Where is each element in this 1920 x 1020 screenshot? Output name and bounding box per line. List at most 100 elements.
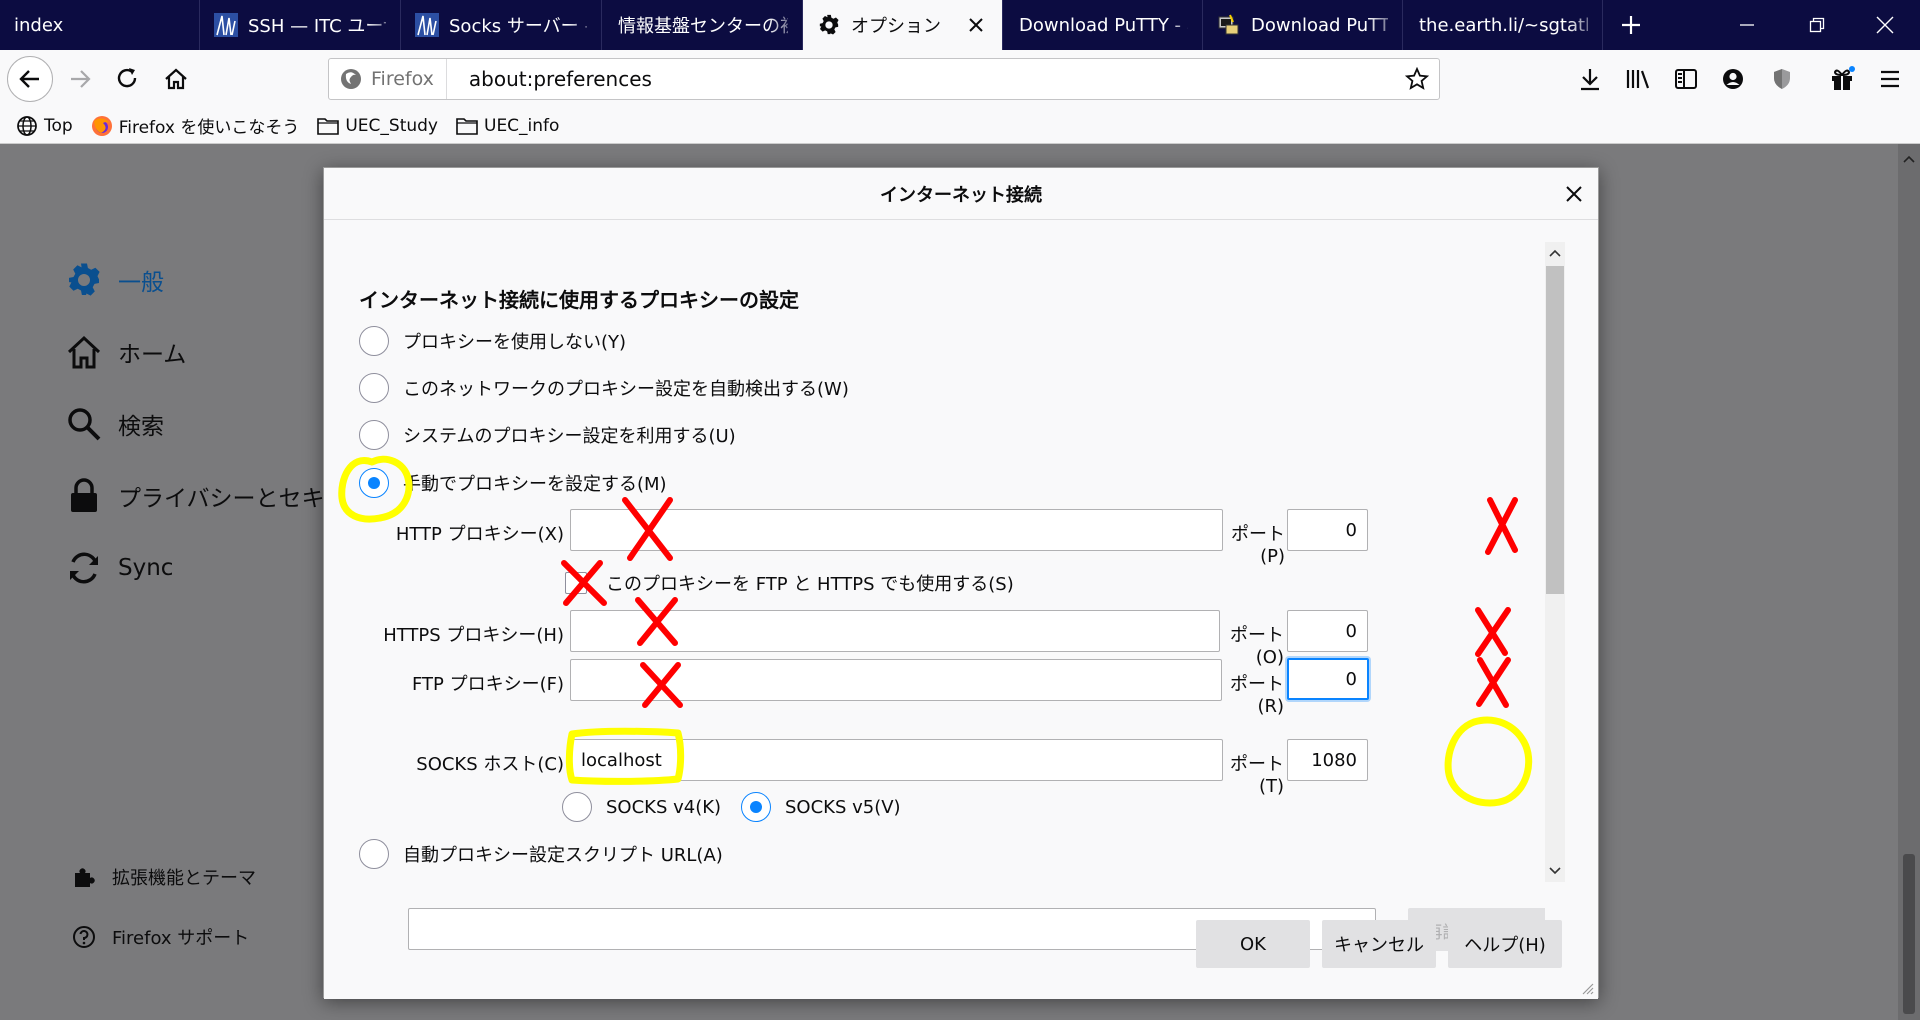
radio-label: 手動でプロキシーを設定する(M) [403, 474, 667, 495]
radio-button[interactable] [359, 839, 389, 869]
bookmark-folder-uec-study[interactable]: UEC_Study [317, 116, 438, 136]
close-window-button[interactable] [1850, 0, 1920, 50]
ok-button[interactable]: OK [1196, 920, 1310, 968]
radio-pac-url[interactable]: 自動プロキシー設定スクリプト URL(A) [359, 839, 723, 869]
category-label: 検索 [118, 414, 164, 440]
url-text[interactable]: about:preferences [447, 67, 652, 91]
new-tab-button[interactable] [1603, 0, 1659, 50]
http-proxy-input[interactable] [570, 509, 1223, 551]
forward-button[interactable] [58, 57, 102, 101]
share-proxy-checkbox[interactable] [565, 572, 587, 594]
tab-socks-server[interactable]: Socks サーバー — ITC [401, 0, 602, 50]
radio-socks-v5[interactable]: SOCKS v5(V) [741, 792, 901, 822]
radio-no-proxy[interactable]: プロキシーを使用しない(Y) [359, 326, 626, 356]
dialog-close-button[interactable] [1562, 182, 1586, 206]
chevron-up-icon [1903, 155, 1915, 163]
page-scrollbar-thumb[interactable] [1903, 854, 1915, 1014]
https-port-input[interactable]: 0 [1287, 610, 1368, 652]
reload-button[interactable] [106, 57, 150, 101]
http-port-input[interactable]: 0 [1287, 509, 1368, 551]
radio-system-proxy[interactable]: システムのプロキシー設定を利用する(U) [359, 420, 736, 450]
category-general[interactable]: 一般 [66, 262, 164, 298]
itc-logo-icon [415, 13, 439, 37]
cancel-button[interactable]: キャンセル [1322, 920, 1436, 968]
tab-title: 情報基盤センターの初期 [618, 16, 788, 37]
library-button[interactable] [1616, 57, 1660, 101]
download-icon [1581, 69, 1599, 91]
radio-button[interactable] [359, 420, 389, 450]
radio-socks-v4[interactable]: SOCKS v4(K) [562, 792, 721, 822]
close-tab-icon[interactable] [964, 13, 988, 37]
tracking-protection-button[interactable] [1760, 57, 1804, 101]
shield-icon [1774, 69, 1790, 89]
radio-button[interactable] [562, 792, 592, 822]
radio-button[interactable] [359, 373, 389, 403]
https-proxy-input[interactable] [570, 610, 1220, 652]
category-label: Firefox サポート [112, 928, 250, 949]
downloads-button[interactable] [1568, 57, 1612, 101]
category-sync[interactable]: Sync [66, 550, 173, 586]
minimize-icon [1740, 24, 1754, 26]
tab-options[interactable]: オプション [803, 0, 1003, 50]
socks-host-input[interactable]: localhost [570, 739, 1223, 781]
tab-download-putty-2[interactable]: Download PuTTY [1203, 0, 1403, 50]
close-icon [1876, 16, 1894, 34]
firefox-icon [91, 115, 112, 136]
https-proxy-label: HTTPS プロキシー(H) [383, 625, 564, 646]
account-icon [1723, 69, 1743, 89]
radio-button[interactable] [359, 326, 389, 356]
http-port-label: ポート(P) [1231, 524, 1285, 567]
radio-button[interactable] [359, 468, 389, 498]
socks-port-input[interactable]: 1080 [1287, 739, 1368, 781]
scroll-down-button[interactable] [1545, 860, 1565, 882]
whats-new-button[interactable] [1820, 57, 1864, 101]
category-search[interactable]: 検索 [66, 406, 164, 442]
ftp-port-input[interactable]: 0 [1287, 658, 1369, 700]
tab-index[interactable]: index [0, 0, 200, 50]
back-button[interactable] [7, 56, 53, 102]
bookmark-label: Firefox を使いこなそう [118, 118, 300, 138]
radio-auto-detect[interactable]: このネットワークのプロキシー設定を自動検出する(W) [359, 373, 849, 403]
category-extensions[interactable]: 拡張機能とテーマ [72, 864, 256, 890]
resize-grip-icon[interactable] [1580, 981, 1594, 995]
category-support[interactable]: Firefox サポート [72, 924, 249, 950]
plus-icon [1622, 16, 1640, 34]
bookmark-firefox-guide[interactable]: Firefox を使いこなそう [91, 113, 300, 138]
https-port-label: ポート(O) [1230, 625, 1284, 668]
identity-box[interactable]: Firefox [329, 59, 447, 99]
bookmark-star-button[interactable] [1404, 66, 1430, 96]
scroll-up-button[interactable] [1545, 242, 1565, 264]
home-button[interactable] [154, 57, 198, 101]
page-scrollbar[interactable] [1898, 144, 1920, 1020]
tab-ssh-itc[interactable]: SSH — ITC ユーザー [200, 0, 401, 50]
help-button[interactable]: ヘルプ(H) [1448, 920, 1562, 968]
putty-icon [1217, 13, 1241, 37]
radio-manual-proxy[interactable]: 手動でプロキシーを設定する(M) [359, 468, 667, 498]
restore-button[interactable] [1782, 0, 1852, 50]
radio-button[interactable] [741, 792, 771, 822]
menu-button[interactable] [1868, 57, 1912, 101]
ftp-proxy-input[interactable] [570, 659, 1222, 701]
tab-itc-initial[interactable]: 情報基盤センターの初期 [602, 0, 803, 50]
bookmark-label: UEC_info [484, 115, 560, 136]
ftp-proxy-label: FTP プロキシー(F) [411, 674, 564, 695]
chevron-up-icon [1549, 249, 1561, 257]
tab-title: Download PuTTY - a f [1019, 14, 1188, 36]
url-bar[interactable]: Firefox about:preferences [328, 58, 1440, 100]
dialog-scrollbar-thumb[interactable] [1546, 266, 1564, 594]
account-button[interactable] [1711, 57, 1755, 101]
minimize-button[interactable] [1712, 0, 1782, 50]
restore-icon [1809, 17, 1825, 33]
tab-title: the.earth.li/~sgtatham [1419, 14, 1588, 36]
category-label: Sync [118, 555, 174, 581]
dialog-scrollbar[interactable] [1545, 242, 1565, 882]
folder-icon [456, 117, 478, 135]
bookmark-folder-uec-info[interactable]: UEC_info [456, 116, 559, 136]
tab-download-putty-1[interactable]: Download PuTTY - a f [1003, 0, 1203, 50]
sidebar-button[interactable] [1664, 57, 1708, 101]
tab-earth-li[interactable]: the.earth.li/~sgtatham [1403, 0, 1603, 50]
firefox-logo-icon [341, 69, 361, 89]
category-home[interactable]: ホーム [66, 334, 186, 370]
bookmark-top[interactable]: Top [16, 115, 73, 137]
home-icon [67, 335, 101, 369]
